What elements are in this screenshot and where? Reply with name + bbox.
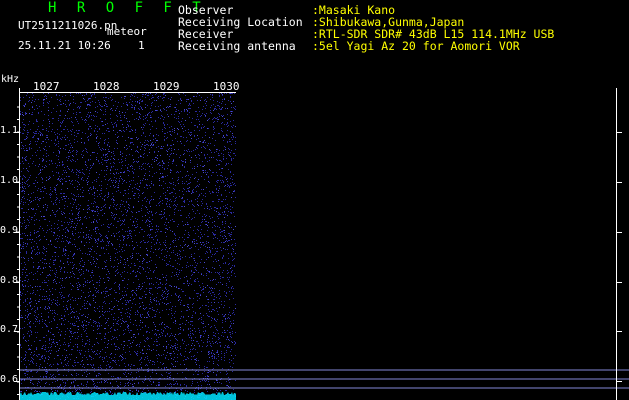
- y-axis-unit: kHz: [1, 74, 20, 85]
- file-name: UT2511211026.pn: [18, 19, 118, 32]
- spectrogram-noise: [20, 92, 236, 400]
- axes: [14, 88, 622, 400]
- timestamp: 25.11.21 10:26: [18, 39, 111, 52]
- antenna-label: Receiving antenna: [178, 39, 296, 53]
- spectrogram-area: [14, 88, 629, 400]
- y-tick-label: 1.0: [0, 175, 19, 186]
- y-tick-label: 0.8: [0, 275, 19, 286]
- x-tick-label: 1029: [153, 80, 180, 93]
- y-tick-label: 0.6: [0, 374, 19, 385]
- x-tick-label: 1027: [33, 80, 60, 93]
- antenna-value: :5el Yagi Az 20 for Aomori VOR: [312, 39, 520, 53]
- frequency-gridlines: [20, 369, 629, 389]
- meteor-label: meteor: [107, 25, 147, 38]
- y-tick-label: 0.9: [0, 225, 19, 236]
- meteor-count: 1: [138, 39, 145, 52]
- y-tick-label: 0.7: [0, 324, 19, 335]
- x-tick-label: 1030: [213, 80, 240, 93]
- noise-pixels: [20, 92, 236, 400]
- y-tick-label: 1.1: [0, 125, 19, 136]
- x-tick-label: 1028: [93, 80, 120, 93]
